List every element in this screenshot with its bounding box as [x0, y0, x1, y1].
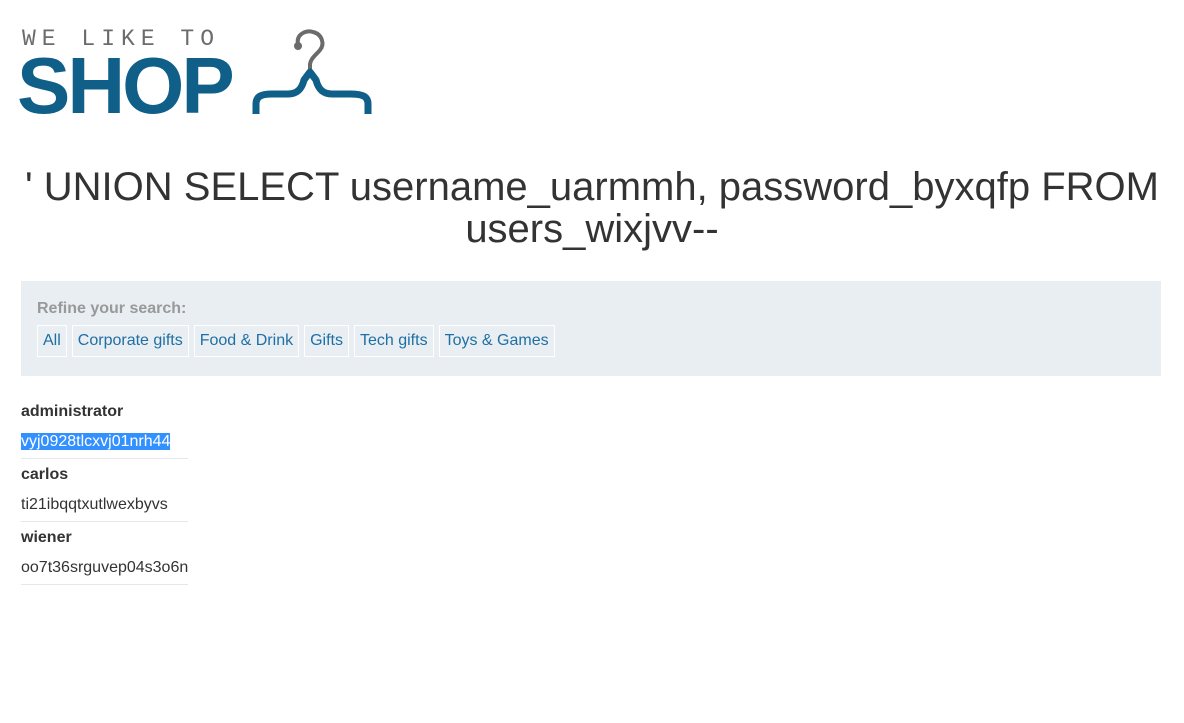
password-cell: vyj0928tlcxvj01nrh44: [21, 427, 188, 459]
filter-link-all[interactable]: All: [37, 325, 67, 357]
password-cell: oo7t36srguvep04s3o6n: [21, 553, 188, 585]
logo-wordmark: SHOP: [17, 41, 235, 130]
password-cell: ti21ibqqtxutlwexbyvs: [21, 490, 188, 522]
site-logo[interactable]: WE LIKE TO SHOP: [17, 24, 380, 130]
username-text: wiener: [21, 529, 72, 546]
filter-link-corporate-gifts[interactable]: Corporate gifts: [71, 325, 189, 357]
password-text[interactable]: oo7t36srguvep04s3o6n: [21, 559, 188, 576]
username-cell: carlos: [21, 459, 188, 490]
filter-link-food-drink[interactable]: Food & Drink: [193, 325, 300, 357]
password-text-selected[interactable]: vyj0928tlcxvj01nrh44: [21, 433, 171, 450]
filter-link-tech-gifts[interactable]: Tech gifts: [353, 325, 434, 357]
filter-link-gifts[interactable]: Gifts: [304, 325, 349, 357]
username-cell: administrator: [21, 396, 188, 427]
filter-label: Refine your search:: [37, 300, 187, 317]
table-row: carlos ti21ibqqtxutlwexbyvs: [21, 459, 188, 522]
table-row: administrator vyj0928tlcxvj01nrh44: [21, 396, 188, 459]
username-text: carlos: [21, 466, 69, 483]
hanger-icon: [252, 29, 372, 114]
search-filter-panel: Refine your search: All Corporate gifts …: [21, 281, 1161, 376]
page-title: ' UNION SELECT username_uarmmh, password…: [25, 165, 1159, 251]
category-filter-list: All Corporate gifts Food & Drink Gifts T…: [37, 325, 555, 357]
results-table: administrator vyj0928tlcxvj01nrh44 carlo…: [21, 396, 188, 585]
filter-link-toys-games[interactable]: Toys & Games: [438, 325, 555, 357]
table-row: wiener oo7t36srguvep04s3o6n: [21, 522, 188, 585]
username-text: administrator: [21, 403, 124, 420]
password-text[interactable]: ti21ibqqtxutlwexbyvs: [21, 496, 168, 513]
username-cell: wiener: [21, 522, 188, 553]
